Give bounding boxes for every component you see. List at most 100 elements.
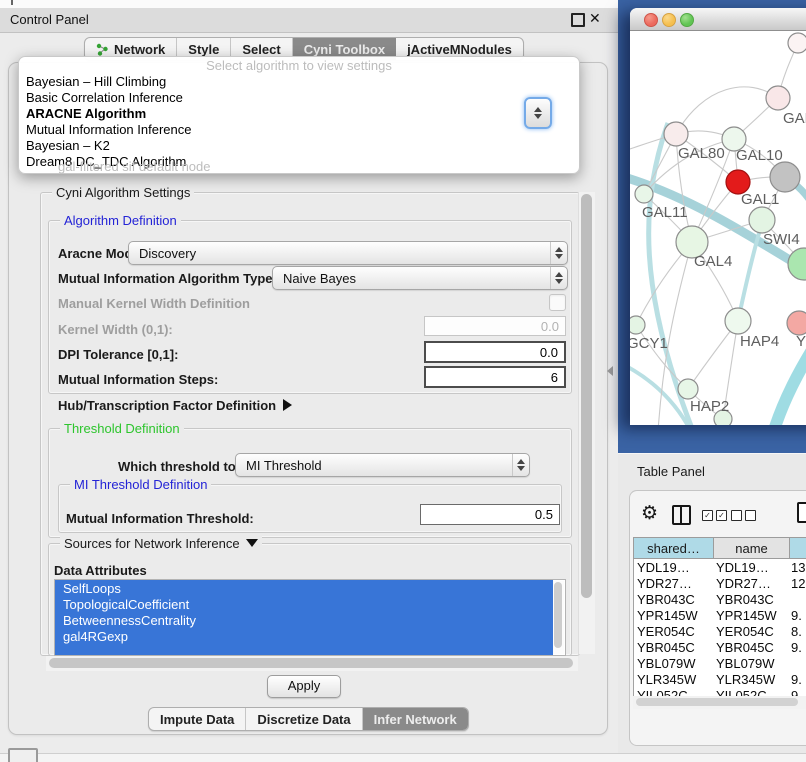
algorithm-option-selected[interactable]: ARACNE Algorithm	[19, 106, 579, 122]
network-node[interactable]	[788, 248, 806, 280]
table-row[interactable]: YBR043CYBR043C	[634, 591, 806, 607]
algorithm-option[interactable]: Mutual Information Inference	[19, 122, 579, 138]
sources-toggle[interactable]: Sources for Network Inference	[60, 536, 262, 551]
node-label: GAL10	[736, 147, 783, 164]
settings-horizontal-scrollbar[interactable]	[46, 656, 578, 671]
algorithm-definition-title: Algorithm Definition	[60, 213, 181, 228]
network-node[interactable]	[664, 122, 688, 146]
dpi-tolerance-input[interactable]	[424, 341, 566, 363]
table-row[interactable]: YBL079WYBL079W	[634, 655, 806, 671]
which-threshold-combobox[interactable]: MI Threshold	[235, 453, 530, 477]
network-node[interactable]	[635, 185, 653, 203]
control-panel-title: Control Panel	[10, 12, 89, 27]
algorithm-placeholder: Select algorithm to view settings	[19, 57, 579, 74]
zoom-traffic-light-icon[interactable]	[680, 13, 694, 27]
network-node[interactable]	[766, 86, 790, 110]
aracne-mode-value: Discovery	[129, 246, 550, 261]
bottom-strip	[0, 753, 806, 762]
screen: Control Panel ✕ Network Style Select Cyn…	[0, 0, 806, 762]
network-combo-ghost-value: gal-filtered sif default node	[58, 159, 210, 174]
table-scrollbar-thumb[interactable]	[636, 698, 798, 706]
table-row[interactable]: YBR045CYBR045C9.	[634, 639, 806, 655]
list-item[interactable]: TopologicalCoefficient	[55, 597, 543, 613]
network-node[interactable]	[725, 308, 751, 334]
table-row[interactable]: YER054CYER054C8.	[634, 623, 806, 639]
kernel-width-label: Kernel Width (0,1):	[58, 322, 173, 337]
list-item[interactable]: gal4RGexp	[55, 629, 543, 645]
threshold-definition-title: Threshold Definition	[60, 421, 184, 436]
node-label: GAL80	[678, 145, 725, 162]
column-header[interactable]	[790, 538, 806, 559]
mi-type-combobox[interactable]: Naive Bayes	[272, 266, 568, 290]
node-label: GAL	[783, 110, 806, 127]
collapse-arrow-icon	[246, 539, 258, 547]
mi-type-value: Naive Bayes	[273, 271, 550, 286]
close-traffic-light-icon[interactable]	[644, 13, 658, 27]
network-node[interactable]	[787, 311, 806, 335]
algorithm-option[interactable]: Basic Correlation Inference	[19, 90, 579, 106]
list-item[interactable]: BetweennessCentrality	[55, 613, 543, 629]
network-window-titlebar[interactable]	[630, 8, 806, 31]
tab-discretize-data[interactable]: Discretize Data	[246, 708, 362, 730]
select-all-columns-icon[interactable]: ✓✓	[702, 510, 730, 525]
split-pane-collapse-icon[interactable]	[607, 366, 613, 376]
combo-stepper-icon	[550, 267, 567, 289]
network-canvas[interactable]: GAL GAL80 GAL10 GAL1 SWI4 GAL11 GAL4 GCY…	[630, 31, 806, 425]
node-table: shared… name YDL19…YDL19…13 YDR27…YDR27……	[633, 537, 806, 697]
apply-button[interactable]: Apply	[267, 675, 341, 698]
network-node[interactable]	[788, 33, 806, 53]
close-icon[interactable]: ✕	[589, 10, 601, 27]
tab-impute-data[interactable]: Impute Data	[149, 708, 246, 730]
table-horizontal-scrollbar[interactable]	[633, 696, 806, 709]
mi-type-label: Mutual Information Algorithm Type:	[58, 271, 277, 286]
table-row[interactable]: YDR27…YDR27…12	[634, 575, 806, 591]
algorithm-option[interactable]: Bayesian – K2	[19, 138, 579, 154]
node-label: GAL11	[642, 204, 688, 221]
top-tick	[11, 0, 13, 5]
node-label: SWI4	[763, 231, 800, 248]
node-label: HAP2	[690, 398, 729, 415]
mi-steps-input[interactable]	[424, 366, 566, 388]
gear-icon[interactable]: ⚙	[641, 504, 658, 523]
tab-network-label: Network	[114, 42, 165, 57]
network-node[interactable]	[630, 316, 645, 334]
algorithm-option[interactable]: Bayesian – Hill Climbing	[19, 74, 579, 90]
list-scrollbar[interactable]	[553, 581, 564, 654]
minimize-traffic-light-icon[interactable]	[662, 13, 676, 27]
horizontal-scrollbar-thumb[interactable]	[49, 658, 573, 668]
float-window-icon[interactable]	[571, 13, 585, 27]
settings-vertical-scrollbar[interactable]	[578, 192, 595, 654]
node-label: GAL4	[694, 253, 732, 270]
table-row[interactable]: YLR345WYLR345W9.	[634, 671, 806, 687]
which-threshold-value: MI Threshold	[236, 458, 512, 473]
network-node[interactable]	[749, 207, 775, 233]
column-header-shared-name[interactable]: shared…	[634, 538, 714, 559]
table-row[interactable]: YDL19…YDL19…13	[634, 559, 806, 575]
mi-threshold-input[interactable]	[420, 504, 560, 525]
network-icon	[96, 43, 109, 56]
manual-kernel-checkbox[interactable]	[549, 294, 566, 311]
combo-stepper-icon	[512, 454, 529, 476]
column-header-name[interactable]: name	[714, 538, 790, 559]
list-item[interactable]: SelfLoops	[55, 581, 543, 597]
table-row[interactable]: YPR145WYPR145W9.	[634, 607, 806, 623]
vertical-scrollbar-thumb[interactable]	[581, 194, 592, 598]
control-panel-titlebar	[0, 8, 618, 33]
kernel-width-input[interactable]	[424, 316, 566, 336]
hub-definition-toggle[interactable]: Hub/Transcription Factor Definition	[58, 398, 292, 413]
cyni-algorithm-settings-title: Cyni Algorithm Settings	[52, 185, 194, 200]
bottom-tabbar: Impute Data Discretize Data Infer Networ…	[148, 707, 469, 731]
columns-icon[interactable]	[672, 505, 691, 525]
aracne-mode-combobox[interactable]: Discovery	[128, 241, 568, 265]
document-icon[interactable]	[797, 502, 806, 523]
tab-infer-network[interactable]: Infer Network	[363, 708, 468, 730]
dpi-tolerance-label: DPI Tolerance [0,1]:	[58, 347, 178, 362]
deselect-all-columns-icon[interactable]	[731, 510, 759, 525]
network-node[interactable]	[678, 379, 698, 399]
combo-stepper-icon	[550, 242, 567, 264]
network-node[interactable]	[770, 162, 800, 192]
node-label: HAP4	[740, 333, 779, 350]
bottom-left-panel-icon[interactable]	[8, 748, 38, 762]
network-window: GAL GAL80 GAL10 GAL1 SWI4 GAL11 GAL4 GCY…	[630, 8, 806, 425]
table-panel-title: Table Panel	[637, 464, 705, 479]
